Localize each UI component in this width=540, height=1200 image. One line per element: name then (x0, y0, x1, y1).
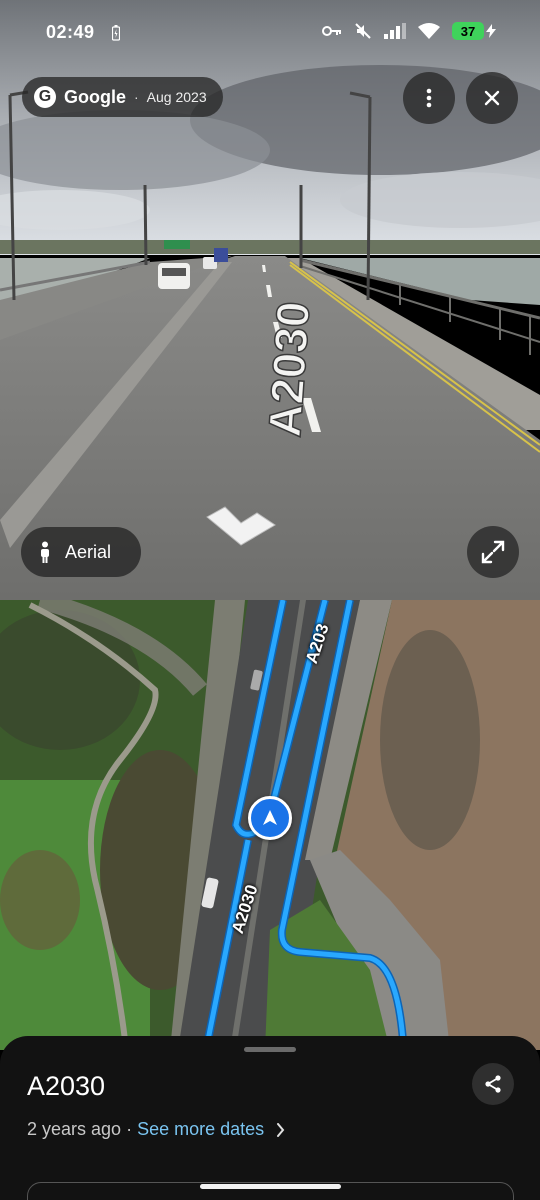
close-icon (484, 90, 500, 106)
navigation-arrow-icon (263, 810, 277, 825)
wifi-icon (418, 23, 440, 39)
imagery-dates-row: 2 years ago · See more dates (27, 1119, 285, 1140)
current-view-marker[interactable] (248, 796, 292, 840)
place-title: A2030 (27, 1071, 106, 1101)
aerial-map-panel[interactable]: A203 A2030 (0, 600, 540, 1050)
more-vert-icon (426, 88, 432, 108)
status-icons: 37 (322, 22, 496, 40)
share-button[interactable] (472, 1063, 514, 1105)
aerial-label: Aerial (65, 541, 112, 562)
key-icon (322, 25, 342, 37)
navigate-arrow-icon[interactable] (205, 505, 277, 547)
status-bar: 02:49 37 (0, 0, 540, 66)
aerial-toggle-button[interactable]: Aerial (21, 527, 141, 577)
capture-date: Aug 2023 (146, 89, 207, 105)
drag-handle[interactable] (244, 1047, 296, 1052)
separator: · (134, 89, 139, 105)
see-more-dates-link[interactable]: See more dates (137, 1119, 264, 1140)
charging-icon (486, 24, 496, 38)
home-indicator[interactable] (200, 1184, 341, 1189)
expand-icon (481, 540, 505, 564)
mute-icon (354, 22, 372, 40)
battery-icon: 37 (452, 22, 484, 40)
status-time: 02:49 (46, 22, 95, 42)
imagery-source-chip[interactable]: G Google · Aug 2023 (22, 77, 223, 117)
source-brand: Google (64, 86, 126, 107)
signal-icon (384, 23, 406, 39)
share-icon (485, 1075, 501, 1093)
street-view-panel[interactable]: A2030 02:49 37 G Google · Aug 2023 Aeria… (0, 0, 540, 600)
road-marking-text: A2030 (258, 300, 319, 439)
expand-button[interactable] (467, 526, 519, 578)
more-options-button[interactable] (403, 72, 455, 124)
close-button[interactable] (466, 72, 518, 124)
pegman-icon (41, 541, 49, 563)
chevron-right-icon[interactable] (276, 1122, 285, 1137)
battery-saver-icon (111, 25, 121, 46)
google-logo-icon: G (34, 86, 56, 108)
separator: · (126, 1119, 133, 1139)
place-bottom-sheet[interactable]: A2030 2 years ago · See more dates (0, 1036, 540, 1200)
imagery-age: 2 years ago (27, 1119, 122, 1139)
